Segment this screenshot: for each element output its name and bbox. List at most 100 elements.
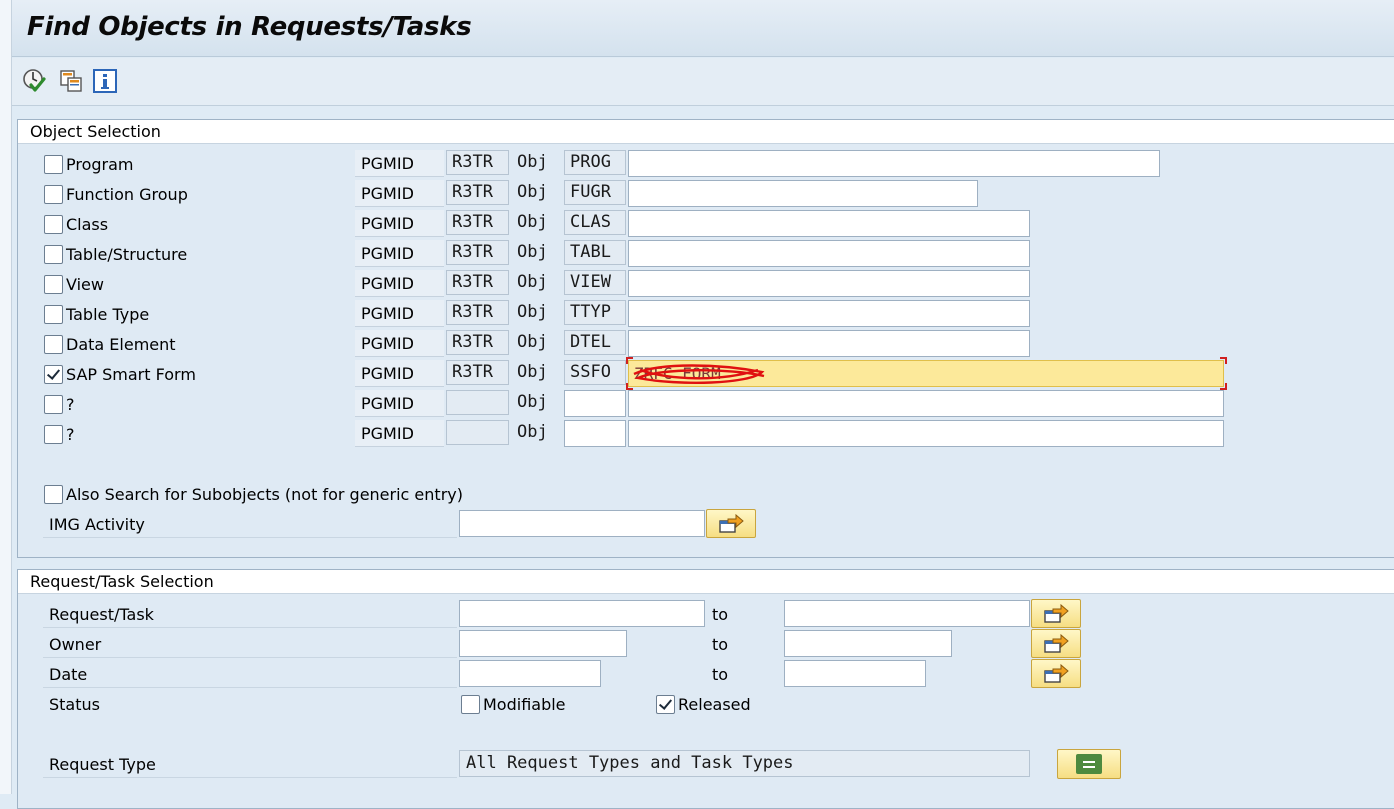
owner-from-input[interactable] bbox=[459, 630, 627, 657]
title-bar: Find Objects in Requests/Tasks bbox=[12, 0, 1394, 57]
object-selection-header: Object Selection bbox=[18, 120, 1394, 144]
pgmid-label: PGMID bbox=[355, 180, 444, 207]
label-owner: Owner bbox=[49, 635, 102, 654]
checkbox-modifiable[interactable] bbox=[461, 695, 480, 714]
object-type: VIEW bbox=[564, 270, 626, 295]
object-type-input[interactable] bbox=[564, 390, 626, 417]
label-subobjects: Also Search for Subobjects (not for gene… bbox=[66, 485, 463, 504]
checkbox-subobjects[interactable] bbox=[44, 485, 63, 504]
label-custom-1: ? bbox=[66, 395, 75, 414]
left-border bbox=[0, 0, 12, 794]
page-title: Find Objects in Requests/Tasks bbox=[27, 12, 472, 42]
multiple-selection-icon bbox=[1044, 603, 1069, 623]
checkbox-class[interactable] bbox=[44, 215, 63, 234]
object-type: CLAS bbox=[564, 210, 626, 235]
execute-icon[interactable] bbox=[21, 67, 49, 95]
object-name-input-custom-2[interactable] bbox=[628, 420, 1224, 447]
object-name-input-custom-1[interactable] bbox=[628, 390, 1224, 417]
focus-corner bbox=[626, 383, 633, 390]
label-custom-2: ? bbox=[66, 425, 75, 444]
object-type: DTEL bbox=[564, 330, 626, 355]
request-task-multiple-selection-button[interactable] bbox=[1031, 599, 1081, 628]
copy-selection-icon[interactable] bbox=[57, 67, 85, 95]
img-activity-search-button[interactable] bbox=[706, 509, 756, 538]
request-task-selection-header: Request/Task Selection bbox=[18, 570, 1394, 594]
checkbox-table-type[interactable] bbox=[44, 305, 63, 324]
checkbox-view[interactable] bbox=[44, 275, 63, 294]
checkbox-sap-smart-form[interactable] bbox=[44, 365, 63, 384]
object-name-input-function-group[interactable] bbox=[628, 180, 978, 207]
pgmid-value: R3TR bbox=[446, 300, 509, 325]
pgmid-value[interactable] bbox=[446, 390, 509, 415]
label-modifiable: Modifiable bbox=[483, 695, 566, 714]
img-activity-input[interactable] bbox=[459, 510, 705, 537]
checkbox-table-structure[interactable] bbox=[44, 245, 63, 264]
object-type-input[interactable] bbox=[564, 420, 626, 447]
label-sap-smart-form: SAP Smart Form bbox=[66, 365, 196, 384]
pgmid-label: PGMID bbox=[355, 360, 444, 387]
pgmid-value: R3TR bbox=[446, 240, 509, 265]
label-program: Program bbox=[66, 155, 134, 174]
request-task-from-input[interactable] bbox=[459, 600, 705, 627]
pgmid-value: R3TR bbox=[446, 150, 509, 175]
request-type-select-button[interactable] bbox=[1057, 749, 1121, 779]
object-name-input-table-type[interactable] bbox=[628, 300, 1030, 327]
pgmid-label: PGMID bbox=[355, 210, 444, 237]
date-from-input[interactable] bbox=[459, 660, 601, 687]
label-to: to bbox=[712, 605, 729, 624]
label-request-type: Request Type bbox=[49, 755, 156, 774]
pgmid-label: PGMID bbox=[355, 240, 444, 267]
row-divider bbox=[43, 687, 457, 688]
pgmid-value[interactable] bbox=[446, 420, 509, 445]
info-icon[interactable] bbox=[91, 67, 119, 95]
request-task-to-input[interactable] bbox=[784, 600, 1030, 627]
label-class: Class bbox=[66, 215, 109, 234]
checkbox-function-group[interactable] bbox=[44, 185, 63, 204]
object-name-input-program[interactable] bbox=[628, 150, 1160, 177]
row-divider bbox=[43, 657, 457, 658]
pgmid-label: PGMID bbox=[355, 330, 444, 357]
object-name-input-table-structure[interactable] bbox=[628, 240, 1030, 267]
checkbox-program[interactable] bbox=[44, 155, 63, 174]
checkbox-released[interactable] bbox=[656, 695, 675, 714]
pgmid-value: R3TR bbox=[446, 270, 509, 295]
row-divider bbox=[43, 537, 457, 538]
date-multiple-selection-button[interactable] bbox=[1031, 659, 1081, 688]
focus-corner bbox=[1220, 383, 1227, 390]
obj-label: Obj bbox=[517, 272, 548, 292]
object-name-input-class[interactable] bbox=[628, 210, 1030, 237]
obj-label: Obj bbox=[517, 332, 548, 352]
object-name-input-view[interactable] bbox=[628, 270, 1030, 297]
object-type: FUGR bbox=[564, 180, 626, 205]
label-function-group: Function Group bbox=[66, 185, 188, 204]
focus-corner bbox=[626, 357, 633, 364]
owner-to-input[interactable] bbox=[784, 630, 952, 657]
obj-label: Obj bbox=[517, 182, 548, 202]
row-divider bbox=[43, 627, 457, 628]
label-to: to bbox=[712, 665, 729, 684]
label-to: to bbox=[712, 635, 729, 654]
date-to-input[interactable] bbox=[784, 660, 926, 687]
obj-label: Obj bbox=[517, 392, 548, 412]
label-img-activity: IMG Activity bbox=[49, 515, 145, 534]
checkbox-custom-1[interactable] bbox=[44, 395, 63, 414]
checkbox-custom-2[interactable] bbox=[44, 425, 63, 444]
multiple-selection-icon bbox=[1044, 663, 1069, 683]
checkbox-data-element[interactable] bbox=[44, 335, 63, 354]
label-released: Released bbox=[678, 695, 751, 714]
obj-label: Obj bbox=[517, 362, 548, 382]
object-name-input-data-element[interactable] bbox=[628, 330, 1030, 357]
label-view: View bbox=[66, 275, 104, 294]
obj-label: Obj bbox=[517, 422, 548, 442]
object-type: SSFO bbox=[564, 360, 626, 385]
multiple-selection-icon bbox=[1044, 633, 1069, 653]
focus-corner bbox=[1220, 357, 1227, 364]
owner-multiple-selection-button[interactable] bbox=[1031, 629, 1081, 658]
redaction-scribble bbox=[633, 364, 765, 384]
pgmid-label: PGMID bbox=[355, 270, 444, 297]
request-type-display: All Request Types and Task Types bbox=[459, 750, 1030, 777]
pgmid-label: PGMID bbox=[355, 390, 444, 417]
label-status: Status bbox=[49, 695, 100, 714]
obj-label: Obj bbox=[517, 152, 548, 172]
pgmid-value: R3TR bbox=[446, 360, 509, 385]
